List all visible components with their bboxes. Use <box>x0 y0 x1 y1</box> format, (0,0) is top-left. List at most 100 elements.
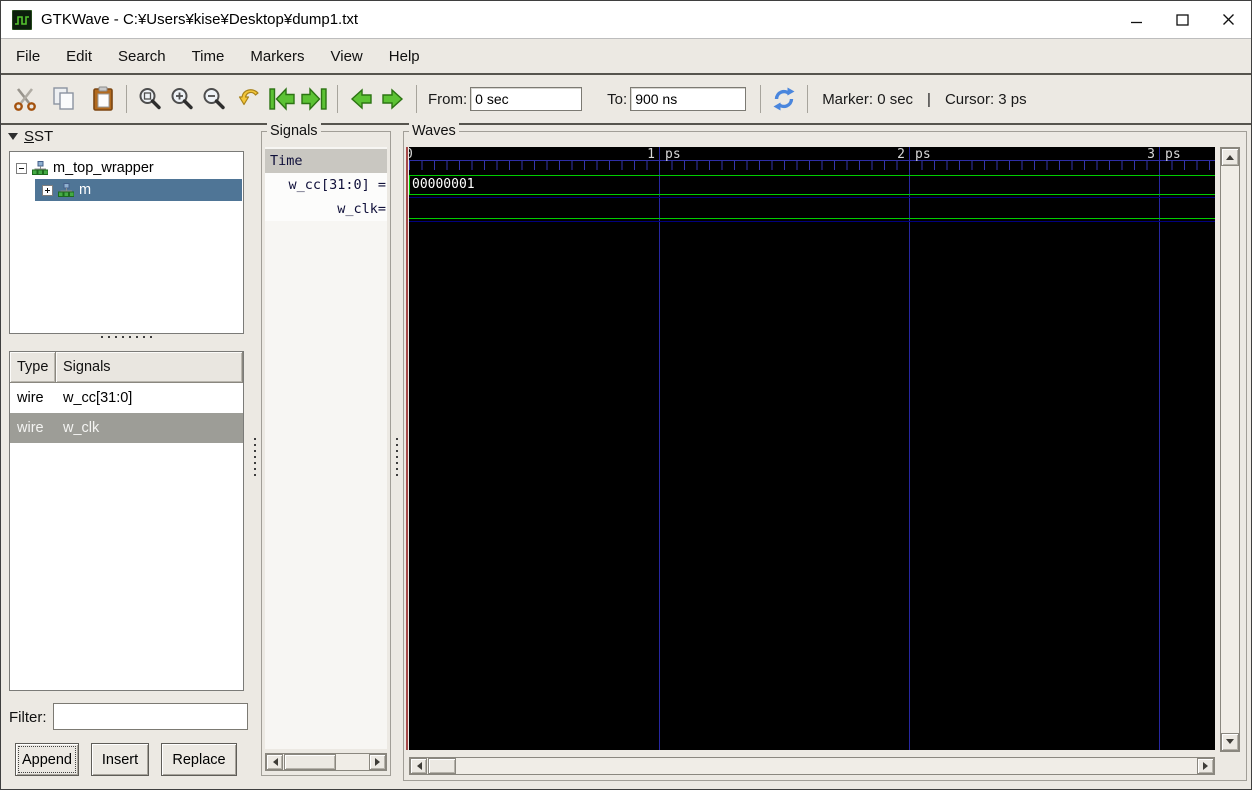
fetch-right-button[interactable] <box>298 82 330 116</box>
expand-expander-icon[interactable] <box>42 184 53 196</box>
menu-view[interactable]: View <box>318 42 376 71</box>
title-bar: GTKWave - C:¥Users¥kise¥Desktop¥dump1.tx… <box>1 1 1251 39</box>
sst-tree: m_top_wrapper m <box>9 151 244 334</box>
bus-trace-top <box>409 175 1215 176</box>
signal-type: wire <box>17 420 44 436</box>
pane-resize-handle[interactable] <box>251 125 259 789</box>
filter-input[interactable] <box>53 703 248 730</box>
window-title: GTKWave - C:¥Users¥kise¥Desktop¥dump1.tx… <box>41 11 359 28</box>
reload-icon <box>773 87 795 111</box>
signal-type-table: Type Signals wire w_cc[31:0] wire w_clk <box>9 351 244 691</box>
zoom-in-button[interactable] <box>166 82 198 116</box>
scroll-down-button[interactable] <box>1221 733 1239 751</box>
collapse-expander-icon[interactable] <box>16 162 27 174</box>
signals-horizontal-scrollbar[interactable] <box>265 753 387 771</box>
scroll-right-button[interactable] <box>369 754 386 770</box>
menu-markers[interactable]: Markers <box>237 42 317 71</box>
timeline-origin-label: 0 <box>409 147 413 162</box>
fetch-right-icon <box>301 87 327 111</box>
horizontal-resize-handle[interactable] <box>1 336 251 338</box>
toolbar-separator <box>337 85 338 113</box>
menu-time[interactable]: Time <box>179 42 238 71</box>
discard-right-button[interactable] <box>377 82 409 116</box>
pane-resize-handle[interactable] <box>393 125 401 789</box>
append-button[interactable]: Append <box>15 743 79 776</box>
zoom-undo-button[interactable] <box>234 82 266 116</box>
main-area: SST m_top_wrapper m Type Signals wire w_… <box>1 123 1251 789</box>
table-row-w-clk[interactable]: wire w_clk <box>10 413 243 443</box>
toolbar: From: To: Marker: 0 sec | Cursor: 3 ps <box>1 75 1251 123</box>
scroll-right-button[interactable] <box>1197 758 1214 774</box>
sst-header[interactable]: SST <box>8 128 53 145</box>
maximize-button[interactable] <box>1159 1 1205 38</box>
gtkwave-window: GTKWave - C:¥Users¥kise¥Desktop¥dump1.tx… <box>0 0 1252 790</box>
waves-vertical-scrollbar[interactable] <box>1220 147 1240 752</box>
toolbar-separator <box>416 85 417 113</box>
discard-left-button[interactable] <box>345 82 377 116</box>
menu-edit[interactable]: Edit <box>53 42 105 71</box>
signal-type: wire <box>17 390 44 406</box>
scroll-up-button[interactable] <box>1221 148 1239 166</box>
to-input[interactable] <box>630 87 747 111</box>
right-arrow-icon <box>382 88 404 110</box>
timeline-mark-number: 2 <box>897 147 905 162</box>
column-header-type[interactable]: Type <box>10 352 56 383</box>
zoom-fit-button[interactable] <box>134 82 166 116</box>
scroll-left-button[interactable] <box>410 758 427 774</box>
cut-button[interactable] <box>9 82 41 116</box>
tree-row-m-top-wrapper[interactable]: m_top_wrapper <box>10 157 242 179</box>
tree-node-label: m_top_wrapper <box>53 160 154 176</box>
menu-bar: File Edit Search Time Markers View Help <box>1 40 1251 73</box>
copy-button[interactable] <box>48 82 80 116</box>
left-arrow-icon <box>350 88 372 110</box>
hierarchy-icon <box>58 183 74 197</box>
tree-row-m[interactable]: m <box>35 179 242 201</box>
fetch-left-button[interactable] <box>266 82 298 116</box>
menu-search[interactable]: Search <box>105 42 179 71</box>
to-label: To: <box>607 90 628 108</box>
waves-horizontal-scrollbar[interactable] <box>409 757 1215 775</box>
timeline-ticks <box>409 161 1215 170</box>
close-button[interactable] <box>1205 1 1251 38</box>
menu-file[interactable]: File <box>3 42 53 71</box>
timeline-mark-unit: ps <box>915 147 931 162</box>
primary-marker-line[interactable] <box>406 147 408 750</box>
cursor-status: Cursor: 3 ps <box>944 90 1027 108</box>
signal-row-w-cc[interactable]: w_cc[31:0] = <box>265 173 387 197</box>
menu-help[interactable]: Help <box>376 42 433 71</box>
zoom-undo-icon <box>238 89 259 106</box>
hierarchy-icon <box>32 161 48 175</box>
collapse-triangle-icon <box>8 133 18 140</box>
bus-trace-left-edge <box>409 175 410 195</box>
cut-icon <box>14 88 36 111</box>
bus-value-text: 00000001 <box>412 177 475 192</box>
scroll-left-button[interactable] <box>266 754 283 770</box>
scrollbar-thumb[interactable] <box>428 758 456 774</box>
bus-trace-bottom <box>409 194 1215 195</box>
paste-button[interactable] <box>87 82 119 116</box>
reload-button[interactable] <box>768 82 800 116</box>
window-controls <box>1113 1 1251 38</box>
toolbar-separator <box>760 85 762 113</box>
clk-trace-baseline <box>409 221 1215 222</box>
clk-trace-low <box>409 218 1215 219</box>
signal-name-list: Time w_cc[31:0] = w_clk= <box>265 147 387 749</box>
close-icon <box>1222 14 1234 25</box>
timeline-mark-unit: ps <box>1165 147 1181 162</box>
maximize-icon <box>1175 13 1189 26</box>
zoom-out-icon <box>203 88 225 110</box>
signal-row-w-clk[interactable]: w_clk= <box>265 197 387 221</box>
from-label: From: <box>428 90 468 108</box>
table-row-w-cc[interactable]: wire w_cc[31:0] <box>10 383 243 413</box>
copy-icon <box>53 87 74 110</box>
wave-canvas[interactable]: 0 1 ps 2 ps 3 ps 00000001 <box>409 147 1215 750</box>
scrollbar-thumb[interactable] <box>284 754 336 770</box>
column-header-signals[interactable]: Signals <box>56 352 243 383</box>
minimize-button[interactable] <box>1113 1 1159 38</box>
fetch-left-icon <box>269 87 295 111</box>
insert-button[interactable]: Insert <box>91 743 149 776</box>
zoom-out-button[interactable] <box>198 82 230 116</box>
signals-panel-title: Signals <box>267 123 321 139</box>
replace-button[interactable]: Replace <box>161 743 237 776</box>
from-input[interactable] <box>470 87 583 111</box>
